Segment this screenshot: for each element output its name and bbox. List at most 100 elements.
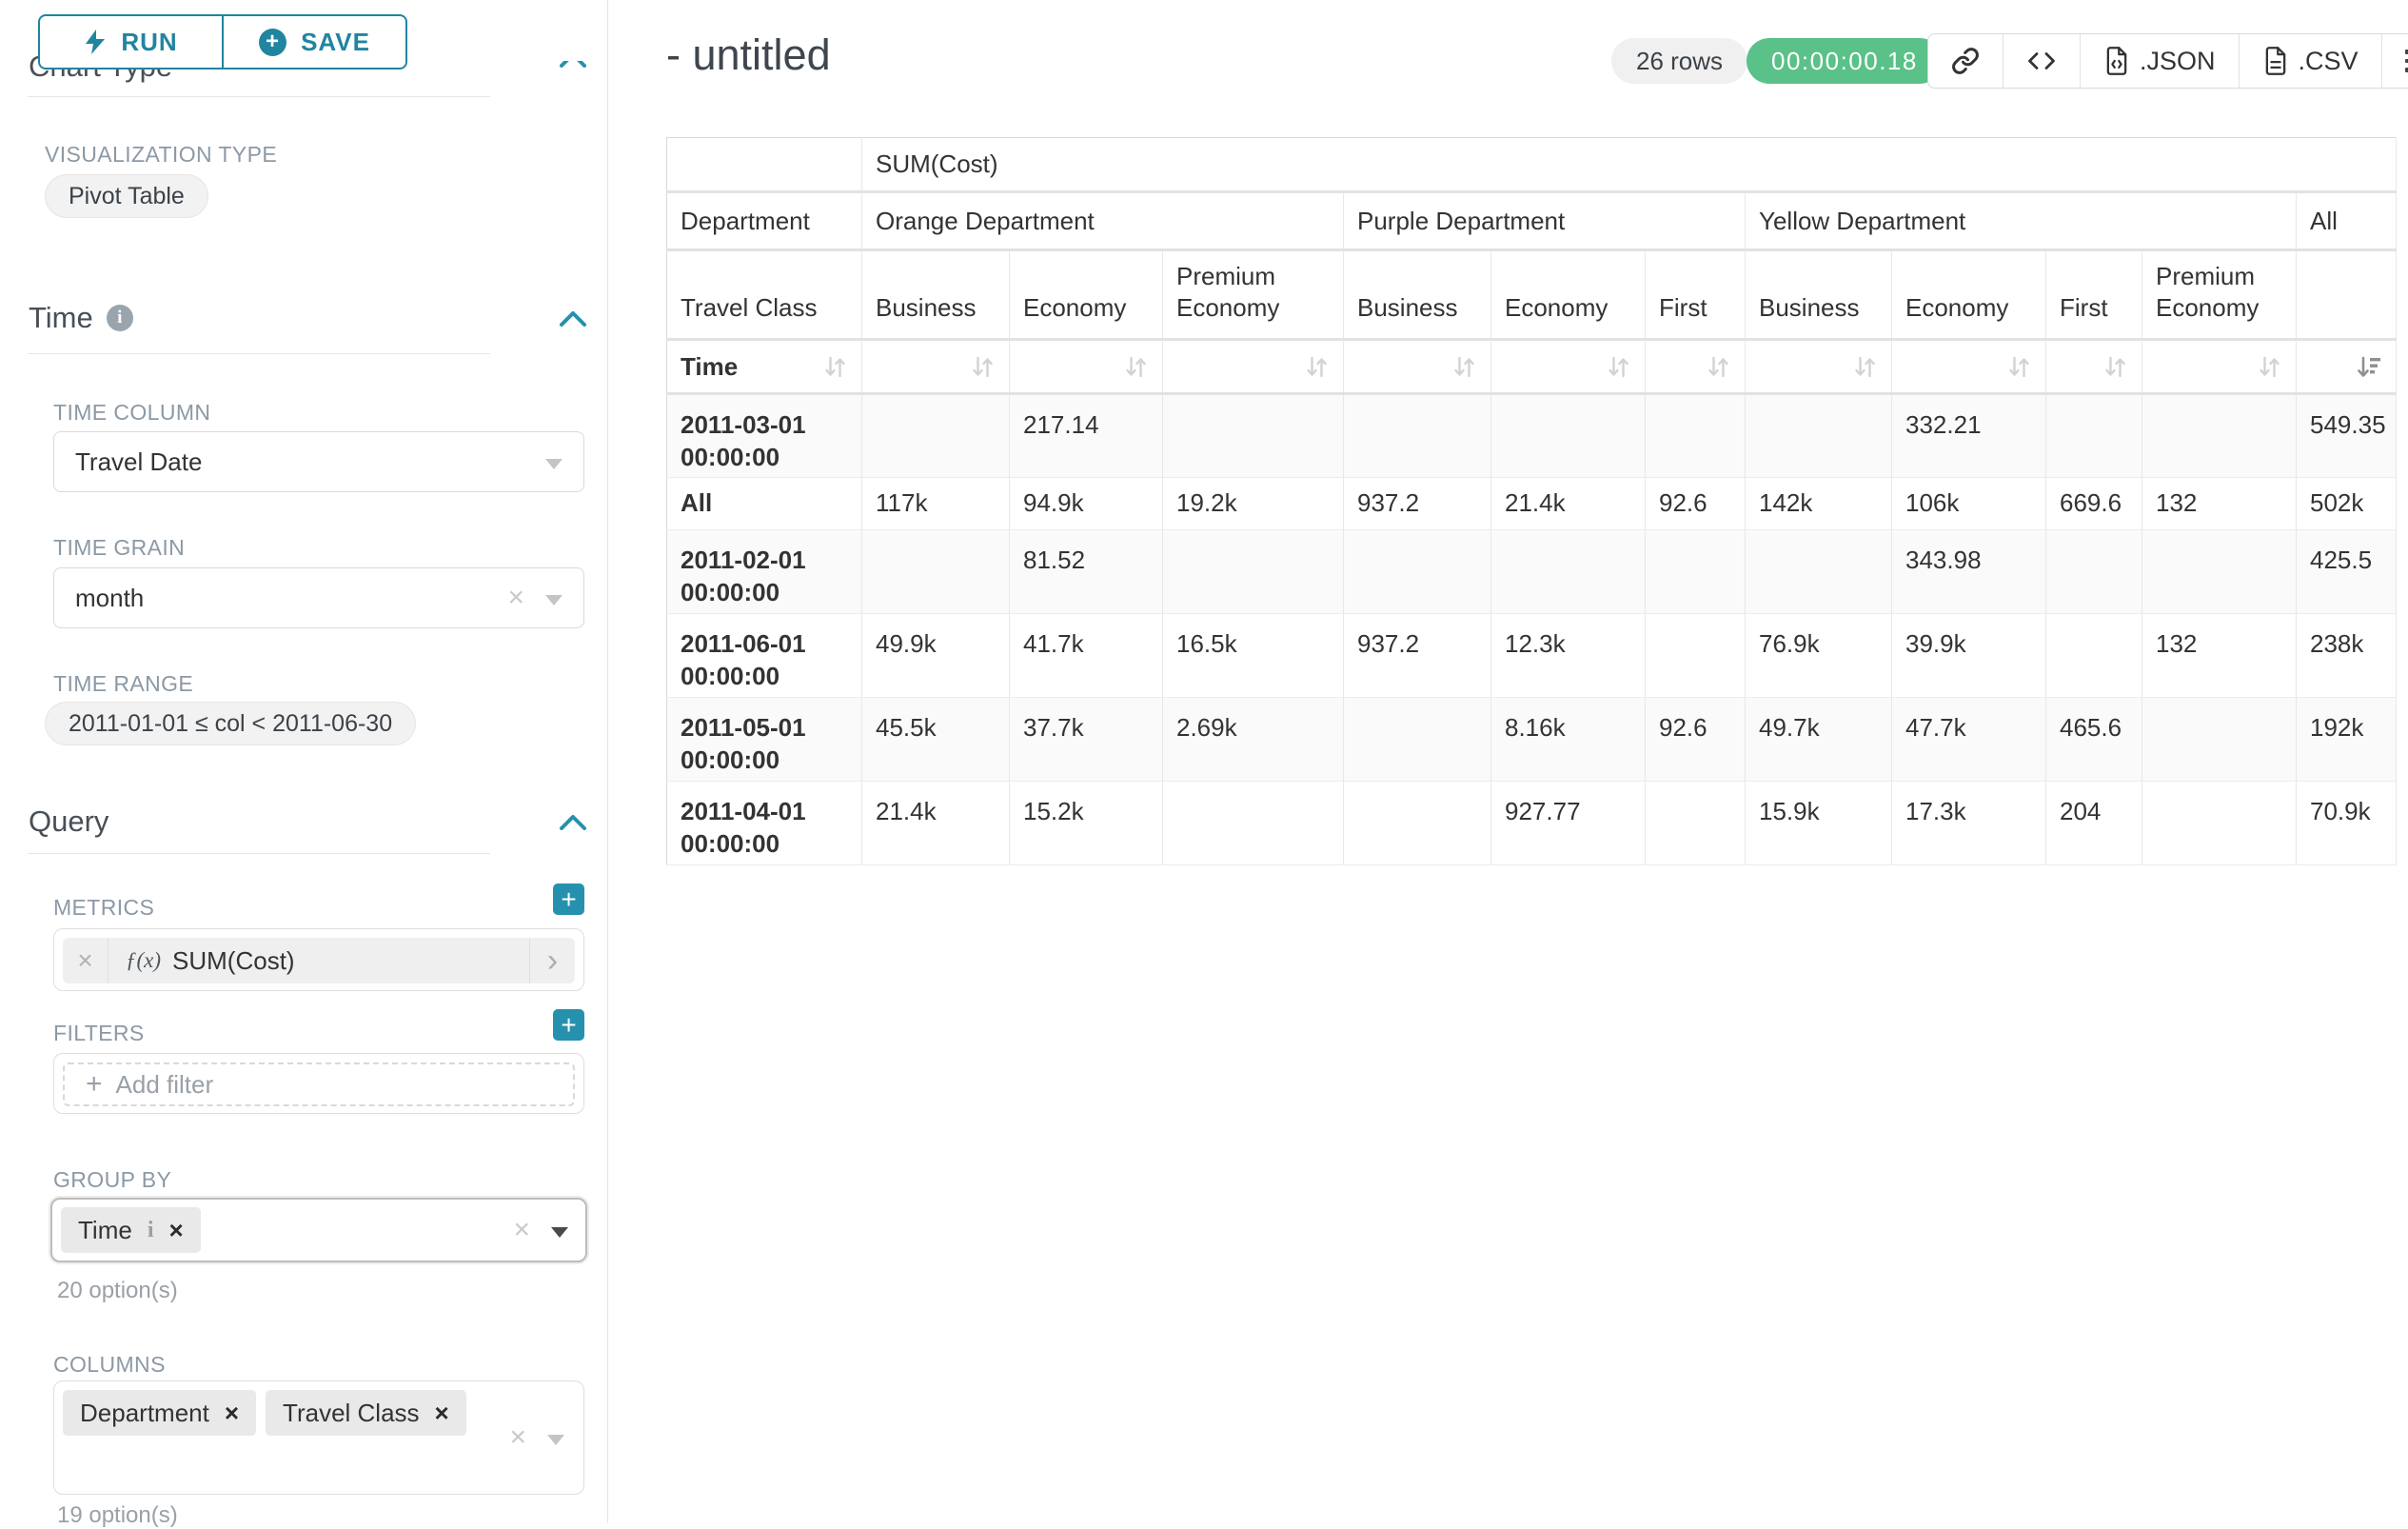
- pivot-value-cell: 669.6: [2046, 478, 2142, 530]
- pivot-column-header: Business: [1746, 250, 1892, 340]
- columns-pill-travel-class[interactable]: Travel Class ×: [266, 1390, 466, 1436]
- pivot-value-cell: [2142, 394, 2297, 478]
- pivot-value-cell: 15.2k: [1010, 782, 1163, 865]
- embed-code-button[interactable]: [2003, 34, 2080, 88]
- clear-icon[interactable]: ×: [507, 584, 524, 612]
- pivot-value-cell: 12.3k: [1491, 614, 1646, 698]
- sort-toggle-icon[interactable]: [1852, 354, 1878, 380]
- clear-icon[interactable]: ×: [513, 1216, 530, 1244]
- pivot-value-cell: [1491, 394, 1646, 478]
- metrics-label: METRICS: [53, 895, 154, 921]
- table-row: All117k94.9k19.2k937.221.4k92.6142k106k6…: [667, 478, 2397, 530]
- control-panel: Chart Type RUN + SAVE VISUALIZATION TYPE…: [0, 0, 608, 1523]
- pivot-value-cell: [1344, 530, 1491, 614]
- export-json-button[interactable]: .JSON: [2080, 34, 2239, 88]
- sort-toggle-icon[interactable]: [2102, 354, 2128, 380]
- pivot-sorter-cell: [1892, 340, 2046, 394]
- pivot-sorter-cell: [1746, 340, 1892, 394]
- pivot-sorter-cell: [862, 340, 1010, 394]
- query-collapse-chevron-icon[interactable]: [557, 810, 589, 840]
- columns-label: COLUMNS: [53, 1352, 166, 1378]
- chevron-down-icon: [551, 1227, 568, 1238]
- pivot-sorter-cell: [1163, 340, 1344, 394]
- sort-toggle-icon[interactable]: [2006, 354, 2032, 380]
- sort-toggle-icon[interactable]: [1606, 354, 1631, 380]
- pivot-value-cell: 465.6: [2046, 698, 2142, 782]
- sort-toggle-icon[interactable]: [822, 354, 848, 380]
- columns-select[interactable]: Department × Travel Class × ×: [53, 1380, 584, 1495]
- filters-label: FILTERS: [53, 1021, 145, 1046]
- pivot-sorter-cell: [1646, 340, 1746, 394]
- visualization-type-pill[interactable]: Pivot Table: [45, 174, 208, 218]
- pivot-value-cell: [2046, 614, 2142, 698]
- remove-metric-icon[interactable]: ×: [63, 938, 109, 983]
- time-grain-select[interactable]: month ×: [53, 567, 584, 628]
- pivot-value-cell: [1646, 782, 1746, 865]
- chart-type-collapse-chevron-icon[interactable]: [557, 61, 589, 70]
- menu-button[interactable]: [2381, 34, 2408, 88]
- add-metric-button[interactable]: +: [553, 884, 584, 915]
- pivot-value-cell: 142k: [1746, 478, 1892, 530]
- pivot-value-cell: 37.7k: [1010, 698, 1163, 782]
- pivot-value-cell: 8.16k: [1491, 698, 1646, 782]
- pivot-subdimension-label: Travel Class: [667, 250, 862, 340]
- group-by-select[interactable]: Time i × ×: [50, 1198, 587, 1262]
- pivot-value-cell: 192k: [2297, 698, 2397, 782]
- pivot-value-cell: [1491, 530, 1646, 614]
- remove-pill-icon[interactable]: ×: [435, 1399, 449, 1428]
- copy-link-button[interactable]: [1928, 34, 2003, 88]
- table-row: 2011-04-01 00:00:0021.4k15.2k927.7715.9k…: [667, 782, 2397, 865]
- link-icon: [1951, 47, 1980, 75]
- columns-pill-department[interactable]: Department ×: [63, 1390, 256, 1436]
- time-range-pill[interactable]: 2011-01-01 ≤ col < 2011-06-30: [45, 702, 416, 745]
- row-count-badge: 26 rows: [1611, 38, 1747, 84]
- sort-toggle-icon[interactable]: [970, 354, 996, 380]
- groupby-options-hint: 20 option(s): [57, 1278, 178, 1304]
- pivot-column-header: [2297, 250, 2397, 340]
- pivot-value-cell: [2046, 394, 2142, 478]
- sort-toggle-icon[interactable]: [2257, 354, 2282, 380]
- sort-toggle-icon[interactable]: [1706, 354, 1731, 380]
- pivot-value-cell: 81.52: [1010, 530, 1163, 614]
- pivot-value-cell: 117k: [862, 478, 1010, 530]
- pivot-table: SUM(Cost)DepartmentOrange DepartmentPurp…: [666, 137, 2397, 865]
- save-button[interactable]: + SAVE: [222, 16, 405, 68]
- pivot-value-cell: 76.9k: [1746, 614, 1892, 698]
- time-collapse-chevron-icon[interactable]: [557, 307, 589, 336]
- sort-toggle-icon[interactable]: [1304, 354, 1330, 380]
- pivot-row-label: 2011-06-01 00:00:00: [667, 614, 862, 698]
- pivot-value-cell: 15.9k: [1746, 782, 1892, 865]
- time-column-select[interactable]: Travel Date: [53, 431, 584, 492]
- group-by-label: GROUP BY: [53, 1167, 171, 1193]
- pivot-value-cell: [2142, 782, 2297, 865]
- pivot-column-header: Economy: [1892, 250, 2046, 340]
- sort-toggle-icon[interactable]: [1123, 354, 1149, 380]
- expand-metric-icon[interactable]: ›: [529, 938, 575, 983]
- pivot-row-label: All: [667, 478, 862, 530]
- run-button[interactable]: RUN: [40, 16, 222, 68]
- remove-pill-icon[interactable]: ×: [225, 1399, 239, 1428]
- pivot-sorter-cell: [1344, 340, 1491, 394]
- pivot-value-cell: [2142, 530, 2297, 614]
- pivot-sorter-cell: [1491, 340, 1646, 394]
- pivot-value-cell: 49.7k: [1746, 698, 1892, 782]
- pivot-sorter-cell: [2142, 340, 2297, 394]
- sort-toggle-icon[interactable]: [1451, 354, 1477, 380]
- groupby-pill-time[interactable]: Time i ×: [61, 1207, 201, 1253]
- sort-active-descending-icon[interactable]: [2357, 354, 2382, 380]
- chart-title[interactable]: - untitled: [666, 30, 831, 80]
- export-csv-button[interactable]: .CSV: [2239, 34, 2381, 88]
- pivot-value-cell: 16.5k: [1163, 614, 1344, 698]
- pivot-table-container: SUM(Cost)DepartmentOrange DepartmentPurp…: [666, 137, 2397, 865]
- metric-pill[interactable]: × ƒ(x) SUM(Cost) ›: [63, 938, 575, 983]
- pivot-value-cell: [1344, 782, 1491, 865]
- add-filter-plus-button[interactable]: +: [553, 1009, 584, 1041]
- remove-pill-icon[interactable]: ×: [168, 1216, 183, 1245]
- pivot-value-cell: [1163, 394, 1344, 478]
- section-divider: [28, 353, 490, 354]
- add-filter-button[interactable]: + Add filter: [63, 1062, 575, 1106]
- pivot-value-cell: [862, 394, 1010, 478]
- clear-icon[interactable]: ×: [509, 1423, 526, 1452]
- table-row: 2011-03-01 00:00:00217.14332.21549.35: [667, 394, 2397, 478]
- pivot-group-header: All: [2297, 192, 2397, 250]
